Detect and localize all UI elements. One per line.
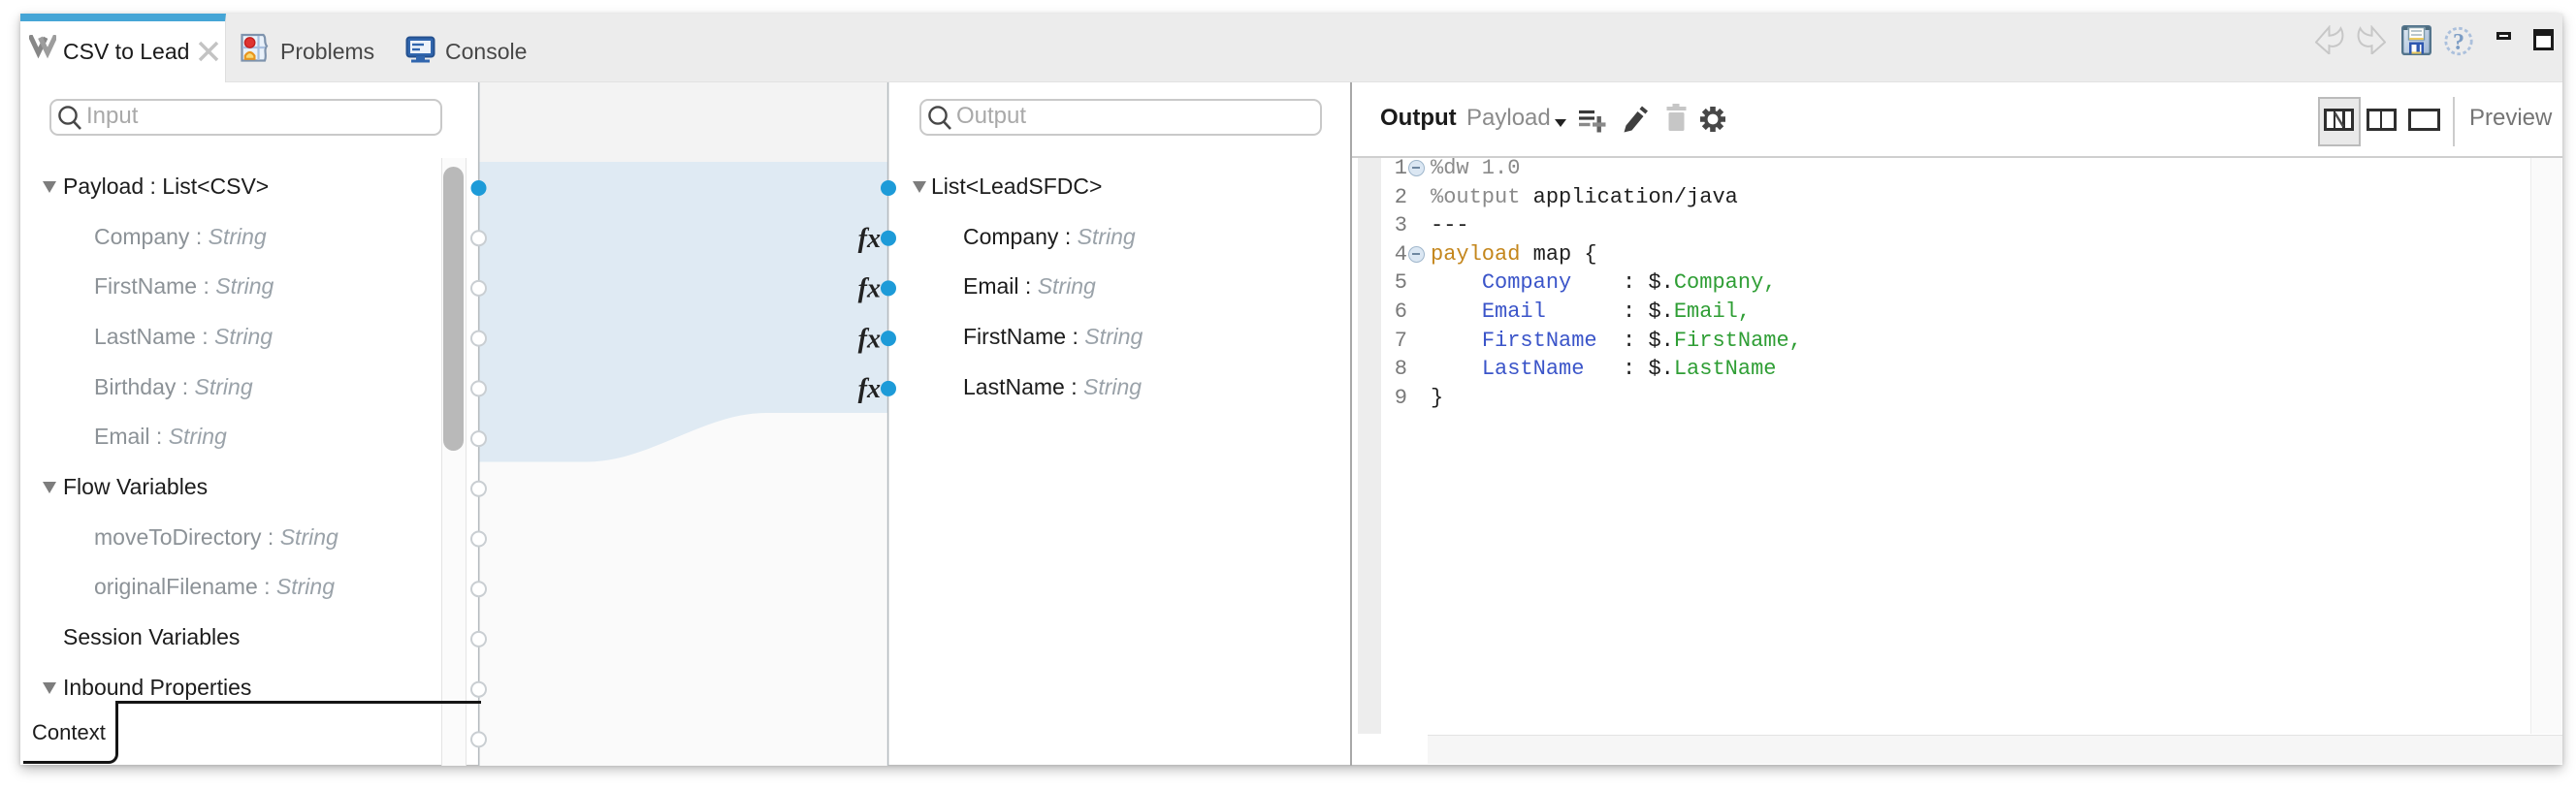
svg-text:fx: fx — [858, 274, 881, 304]
svg-text:fx: fx — [858, 374, 881, 404]
svg-text:?: ? — [2453, 30, 2464, 55]
svg-text:fx: fx — [858, 224, 881, 254]
svg-text:fx: fx — [858, 324, 881, 354]
